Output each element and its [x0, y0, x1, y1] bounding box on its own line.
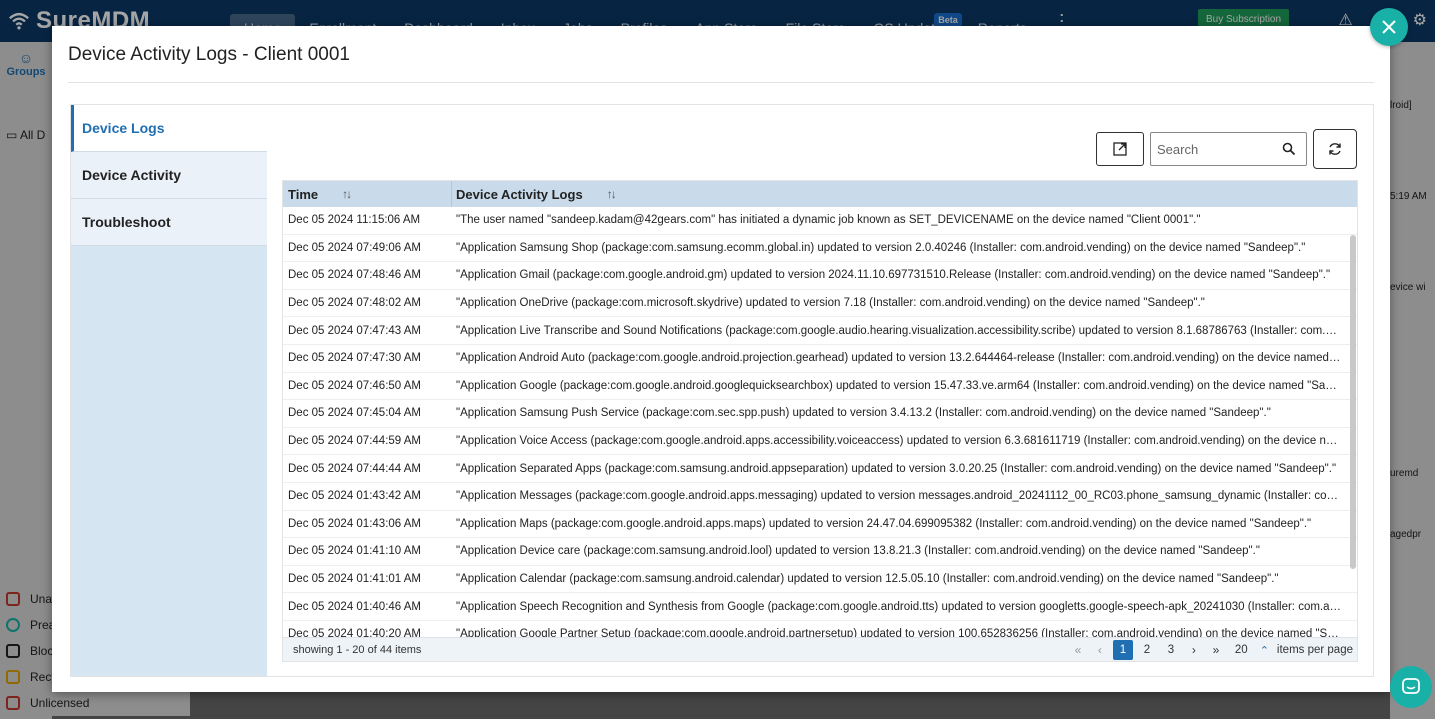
export-button[interactable]	[1096, 132, 1144, 166]
cell-time: Dec 05 2024 07:44:44 AM	[288, 462, 421, 475]
cell-log: "Application Device care (package:com.sa…	[456, 545, 1260, 558]
table-row[interactable]: Dec 05 2024 07:48:46 AM "Application Gmai…	[283, 262, 1357, 290]
cell-time: Dec 05 2024 01:43:06 AM	[288, 517, 421, 530]
cell-time: Dec 05 2024 07:48:02 AM	[288, 297, 421, 310]
cell-time: Dec 05 2024 01:40:46 AM	[288, 600, 421, 613]
table-row[interactable]: Dec 05 2024 07:45:04 AM "Application Sams…	[283, 400, 1357, 428]
page-button-2[interactable]: 2	[1137, 640, 1157, 660]
cell-log: "Application Messages (package:com.googl…	[456, 490, 1342, 503]
cell-log: "Application OneDrive (package:com.micro…	[456, 297, 1205, 310]
logs-panel: Device Logs Device Activity Troubleshoot…	[70, 104, 1374, 677]
column-logs-label: Device Activity Logs	[456, 186, 583, 202]
table-row[interactable]: Dec 05 2024 01:43:42 AM "Application Mess…	[283, 483, 1357, 511]
cell-time: Dec 05 2024 11:15:06 AM	[288, 214, 421, 227]
cell-log: "Application Live Transcribe and Sound N…	[456, 324, 1342, 337]
next-page-icon[interactable]: ›	[1185, 643, 1203, 657]
table-row[interactable]: Dec 05 2024 01:41:10 AM "Application Devi…	[283, 538, 1357, 566]
table-row[interactable]: Dec 05 2024 07:49:06 AM "Application Sams…	[283, 235, 1357, 263]
cell-time: Dec 05 2024 07:44:59 AM	[288, 435, 421, 448]
cell-log: "Application Maps (package:com.google.an…	[456, 517, 1312, 530]
cell-time: Dec 05 2024 07:47:43 AM	[288, 324, 421, 337]
device-activity-logs-modal: Device Activity Logs - Client 0001 Devic…	[52, 26, 1390, 692]
cell-time: Dec 05 2024 01:43:42 AM	[288, 490, 421, 503]
cell-log: "Application Google (package:com.google.…	[456, 379, 1342, 392]
tab-device-activity[interactable]: Device Activity	[71, 152, 267, 199]
tab-troubleshoot[interactable]: Troubleshoot	[71, 199, 267, 246]
sort-icon[interactable]: ↑↓	[342, 187, 352, 201]
tab-device-logs[interactable]: Device Logs	[71, 105, 267, 152]
cell-log: "The user named "sandeep.kadam@42gears.c…	[456, 214, 1201, 227]
close-icon	[1382, 20, 1396, 34]
cell-time: Dec 05 2024 07:47:30 AM	[288, 352, 421, 365]
cell-log: "Application Gmail (package:com.google.a…	[456, 269, 1331, 282]
table-row[interactable]: Dec 05 2024 01:40:20 AM "Application Goog…	[283, 621, 1357, 638]
grid-footer: showing 1 - 20 of 44 items « ‹ 1 2 3 › »…	[283, 637, 1357, 661]
table-row[interactable]: Dec 05 2024 07:47:30 AM "Application Andr…	[283, 345, 1357, 373]
table-row[interactable]: Dec 05 2024 01:40:46 AM "Application Spee…	[283, 593, 1357, 621]
page-button-3[interactable]: 3	[1161, 640, 1181, 660]
page-button-1[interactable]: 1	[1112, 640, 1133, 660]
cell-time: Dec 05 2024 07:46:50 AM	[288, 379, 421, 392]
cell-log: "Application Samsung Shop (package:com.s…	[456, 241, 1306, 254]
table-row[interactable]: Dec 05 2024 07:47:43 AM "Application Live…	[283, 317, 1357, 345]
chat-button[interactable]	[1390, 666, 1432, 708]
pagination: « ‹ 1 2 3 › » 20 ⌃ items per page	[1069, 640, 1353, 660]
search-field[interactable]	[1150, 132, 1307, 166]
cell-time: Dec 05 2024 07:49:06 AM	[288, 241, 421, 254]
prev-page-icon[interactable]: ‹	[1091, 643, 1109, 657]
logs-grid: Time ↑↓ Device Activity Logs ↑↓ Dec 05 2…	[282, 180, 1358, 662]
cell-log: "Application Speech Recognition and Synt…	[456, 600, 1342, 613]
search-input[interactable]	[1157, 141, 1282, 157]
search-icon[interactable]	[1282, 142, 1296, 156]
column-header-time[interactable]: Time ↑↓	[283, 181, 452, 207]
refresh-button[interactable]	[1313, 129, 1357, 169]
table-row[interactable]: Dec 05 2024 07:46:50 AM "Application Goog…	[283, 373, 1357, 401]
page-size-select[interactable]: 20	[1235, 644, 1248, 656]
refresh-icon	[1329, 143, 1341, 155]
chat-icon	[1402, 678, 1420, 694]
cell-log: "Application Voice Access (package:com.g…	[456, 435, 1342, 448]
grid-body: Dec 05 2024 11:15:06 AM "The user named "…	[283, 207, 1357, 638]
modal-title: Device Activity Logs - Client 0001	[68, 44, 350, 65]
grid-scrollbar[interactable]	[1350, 235, 1356, 569]
log-tabs: Device Logs Device Activity Troubleshoot	[71, 105, 267, 676]
export-icon	[1113, 142, 1127, 156]
table-row[interactable]: Dec 05 2024 07:44:59 AM "Application Voic…	[283, 428, 1357, 456]
cell-log: "Application Calendar (package:com.samsu…	[456, 573, 1279, 586]
cell-time: Dec 05 2024 07:48:46 AM	[288, 269, 421, 282]
first-page-icon[interactable]: «	[1069, 643, 1087, 657]
cell-time: Dec 05 2024 01:41:10 AM	[288, 545, 421, 558]
title-divider	[68, 82, 1374, 83]
cell-time: Dec 05 2024 01:41:01 AM	[288, 573, 421, 586]
cell-time: Dec 05 2024 07:45:04 AM	[288, 407, 421, 420]
column-header-logs[interactable]: Device Activity Logs ↑↓	[452, 186, 617, 202]
chevron-up-icon[interactable]: ⌃	[1260, 644, 1269, 657]
last-page-icon[interactable]: »	[1207, 643, 1225, 657]
cell-log: "Application Samsung Push Service (packa…	[456, 407, 1271, 420]
sort-icon[interactable]: ↑↓	[607, 187, 617, 201]
table-row[interactable]: Dec 05 2024 11:15:06 AM "The user named "…	[283, 207, 1357, 235]
table-row[interactable]: Dec 05 2024 01:41:01 AM "Application Cale…	[283, 566, 1357, 594]
column-time-label: Time	[288, 186, 319, 202]
close-button[interactable]	[1370, 8, 1408, 46]
logs-toolbar	[1096, 129, 1357, 169]
table-row[interactable]: Dec 05 2024 07:48:02 AM "Application OneD…	[283, 290, 1357, 318]
grid-header: Time ↑↓ Device Activity Logs ↑↓	[283, 181, 1357, 207]
table-row[interactable]: Dec 05 2024 07:44:44 AM "Application Sepa…	[283, 455, 1357, 483]
page-size-label: items per page	[1276, 644, 1353, 656]
cell-log: "Application Separated Apps (package:com…	[456, 462, 1337, 475]
pagination-info: showing 1 - 20 of 44 items	[293, 643, 422, 656]
cell-log: "Application Android Auto (package:com.g…	[456, 352, 1342, 365]
table-row[interactable]: Dec 05 2024 01:43:06 AM "Application Maps…	[283, 511, 1357, 539]
